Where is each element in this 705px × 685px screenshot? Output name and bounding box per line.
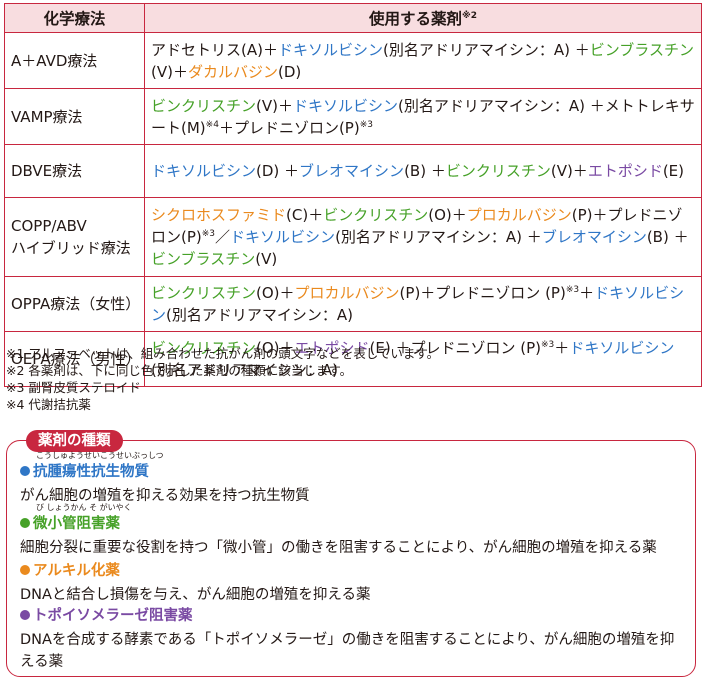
- drug-text: (E): [662, 162, 685, 180]
- drug-text: (V): [255, 250, 278, 268]
- header-drugs: 使用する薬剤※2: [144, 3, 702, 33]
- drug-name: ビンクリスチン: [151, 96, 257, 115]
- category-desc: DNAと結合し損傷を与え、がん細胞の増殖を抑える薬: [20, 587, 371, 603]
- drug-name: ドキソルビシン: [569, 339, 675, 357]
- category-heading: 抗腫瘍性抗生物質 こうしゅようせいこうせいぶっしつ: [20, 451, 682, 482]
- drug-name: エトポシド: [587, 162, 663, 180]
- header-drugs-note: ※2: [462, 10, 478, 21]
- drug-text: (D) ＋: [256, 162, 300, 180]
- table-header-row: 化学療法 使用する薬剤※2: [4, 3, 702, 33]
- drug-name: ビンクリスチン: [323, 206, 429, 224]
- drug-text: (B) ＋: [646, 228, 689, 246]
- category-heading: アルキル化薬: [20, 561, 682, 581]
- drug-text: (別名アドリアマイシン：A): [166, 306, 353, 324]
- table-row: A＋AVD療法 アドセトリス(A)＋ドキソルビシン(別名アドリアマイシン：A) …: [4, 32, 702, 89]
- footnote-ref: ※3: [541, 340, 555, 350]
- drug-text: (V)＋: [550, 162, 588, 180]
- drug-name: プロカルバジン: [466, 206, 572, 224]
- category-item: トポイソメラーゼ阻害薬 DNAを合成する酵素である「トポイソメラーゼ」の働きを阻…: [20, 606, 682, 673]
- category-name: アルキル化薬: [33, 563, 120, 579]
- drug-name: ブレオマイシン: [541, 228, 647, 246]
- footnote-ref: ※3: [565, 285, 580, 295]
- drug-text: (P)＋プレドニゾロン (P): [399, 284, 566, 302]
- drug-name: プロカルバジン: [294, 284, 400, 302]
- category-ruby: こうしゅようせいこうせいぶっしつ: [36, 451, 164, 460]
- drug-text: ＋: [554, 339, 570, 357]
- category-name: 微小管阻害薬: [33, 516, 120, 532]
- header-regimen: 化学療法: [4, 3, 145, 33]
- drug-text: (O)＋: [428, 206, 467, 224]
- category-item: 抗腫瘍性抗生物質 こうしゅようせいこうせいぶっしつ がん細胞の増殖を抑える効果を…: [20, 451, 682, 507]
- category-ruby: び しょうかん そ がいやく: [36, 503, 132, 512]
- drug-text: (V)＋: [256, 96, 293, 115]
- regimen-name: VAMP療法: [4, 88, 145, 145]
- drug-name: ドキソルビシン: [292, 96, 398, 115]
- footnote: ※1 アルファベットは、組み合わせた抗がん剤の頭文字などを表しています。: [6, 346, 440, 361]
- category-name: トポイソメラーゼ阻害薬: [33, 608, 193, 624]
- drug-name: ドキソルビシン: [151, 162, 257, 180]
- regimen-name: OPPA療法（女性）: [4, 276, 145, 332]
- category-name: 抗腫瘍性抗生物質: [33, 464, 149, 480]
- regimen-name: COPP/ABV ハイブリッド療法: [4, 197, 145, 277]
- drug-name: ビンブラスチン: [589, 40, 694, 59]
- header-drugs-label: 使用する薬剤: [368, 10, 462, 28]
- table-row: COPP/ABV ハイブリッド療法 シクロホスファミド(C)＋ビンクリスチン(O…: [4, 197, 702, 277]
- bullet-dot-icon: [20, 518, 30, 528]
- drug-text: (別名アドリアマイシン：A) ＋: [335, 228, 542, 246]
- drug-text: (別名アドリアマイシン：A) ＋: [382, 40, 590, 59]
- footnote-ref: ※3: [201, 229, 216, 239]
- drug-text: (C)＋: [286, 206, 324, 224]
- drug-text: (V)＋: [151, 62, 188, 81]
- footnote: ※2 各薬剤は、下に同じ色で示した薬剤の種類に該当します。: [6, 363, 353, 378]
- drug-text: ／: [215, 228, 231, 246]
- regimen-drugs: アドセトリス(A)＋ドキソルビシン(別名アドリアマイシン：A) ＋ビンブラスチン…: [144, 32, 702, 89]
- regimen-name: A＋AVD療法: [4, 32, 145, 89]
- category-desc: DNAを合成する酵素である「トポイソメラーゼ」の働きを阻害することにより、がん細…: [20, 632, 675, 670]
- table-row: OPPA療法（女性） ビンクリスチン(O)＋プロカルバジン(P)＋プレドニゾロン…: [4, 276, 702, 332]
- regimen-drugs: ビンクリスチン(V)＋ドキソルビシン(別名アドリアマイシン：A) ＋メトトレキサ…: [144, 88, 702, 145]
- table-row: DBVE療法 ドキソルビシン(D) ＋ブレオマイシン(B) ＋ビンクリスチン(V…: [4, 144, 702, 198]
- drug-name: シクロホスファミド: [151, 206, 287, 224]
- regimen-drugs: シクロホスファミド(C)＋ビンクリスチン(O)＋プロカルバジン(P)＋プレドニゾ…: [144, 197, 702, 277]
- category-item: 微小管阻害薬 び しょうかん そ がいやく 細胞分裂に重要な役割を持つ「微小管」…: [20, 503, 682, 559]
- category-item: アルキル化薬 DNAと結合し損傷を与え、がん細胞の増殖を抑える薬: [20, 561, 682, 606]
- drug-name: ビンブラスチン: [151, 250, 256, 268]
- regimen-name: DBVE療法: [4, 144, 145, 198]
- page: 化学療法 使用する薬剤※2 A＋AVD療法 アドセトリス(A)＋ドキソルビシン(…: [0, 0, 705, 685]
- drug-text: アドセトリス(A)＋: [151, 40, 278, 59]
- footnote: ※4 代謝拮抗薬: [6, 397, 91, 412]
- regimen-drugs: ビンクリスチン(O)＋プロカルバジン(P)＋プレドニゾロン (P)※3＋ドキソル…: [144, 276, 702, 332]
- bullet-dot-icon: [20, 466, 30, 476]
- bullet-dot-icon: [20, 565, 30, 575]
- category-desc: 細胞分裂に重要な役割を持つ「微小管」の働きを阻害することにより、がん細胞の増殖を…: [20, 540, 657, 556]
- drug-text: (D): [277, 62, 302, 81]
- drug-name: ブレオマイシン: [299, 162, 405, 180]
- drug-name: ビンクリスチン: [151, 284, 257, 302]
- drug-name: ドキソルビシン: [230, 228, 336, 246]
- footnotes: ※1 アルファベットは、組み合わせた抗がん剤の頭文字などを表しています。 ※2 …: [6, 345, 439, 413]
- category-heading: トポイソメラーゼ阻害薬: [20, 606, 682, 626]
- footnote: ※3 副腎皮質ステロイド: [6, 380, 141, 395]
- drug-text: (B) ＋: [404, 162, 446, 180]
- drug-name: ドキソルビシン: [277, 40, 383, 59]
- drug-text: ＋プレドニゾロン(P): [218, 118, 360, 137]
- footnote-ref: ※3: [359, 119, 373, 130]
- bullet-dot-icon: [20, 610, 30, 620]
- drug-text: (O)＋: [256, 284, 295, 302]
- drug-name: ビンクリスチン: [445, 162, 551, 180]
- category-heading: 微小管阻害薬 び しょうかん そ がいやく: [20, 503, 682, 534]
- drug-categories-title: 薬剤の種類: [26, 430, 123, 452]
- regimen-drugs: ドキソルビシン(D) ＋ブレオマイシン(B) ＋ビンクリスチン(V)＋エトポシド…: [144, 144, 702, 198]
- regimen-table: 化学療法 使用する薬剤※2 A＋AVD療法 アドセトリス(A)＋ドキソルビシン(…: [4, 3, 702, 387]
- footnote-ref: ※4: [205, 119, 219, 130]
- drug-name: ダカルバジン: [187, 62, 278, 81]
- drug-text: ＋: [579, 284, 595, 302]
- table-row: VAMP療法 ビンクリスチン(V)＋ドキソルビシン(別名アドリアマイシン：A) …: [4, 88, 702, 145]
